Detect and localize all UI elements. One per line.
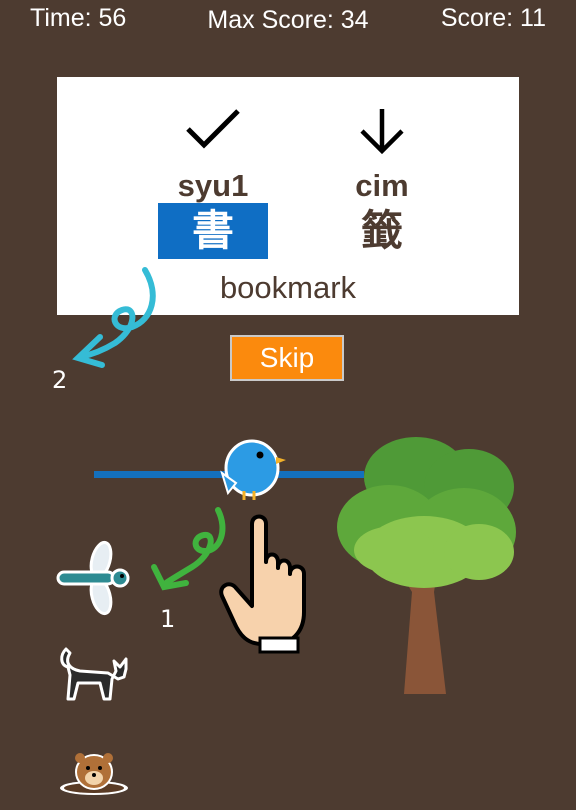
- hint-number-2: 2: [52, 366, 68, 394]
- time-display: Time: 56: [30, 4, 127, 32]
- hud: Time: 56 Max Score: 34 Score: 11: [0, 0, 576, 70]
- bird-icon[interactable]: [214, 433, 288, 503]
- beaver-icon[interactable]: [56, 748, 132, 796]
- option-left[interactable]: syu1 書: [138, 77, 288, 259]
- max-score-display: Max Score: 34: [207, 6, 369, 34]
- left-character: 書: [158, 203, 268, 259]
- option-right[interactable]: cim 籤: [307, 77, 457, 259]
- right-romanization: cim: [355, 168, 409, 203]
- swipe-arrow-2-icon: [72, 267, 156, 368]
- right-character: 籤: [360, 206, 403, 255]
- hint-number-1: 1: [160, 605, 176, 633]
- dragonfly-icon[interactable]: [56, 540, 132, 616]
- left-romanization: syu1: [177, 168, 249, 203]
- cat-icon[interactable]: [56, 645, 130, 703]
- score-display: Score: 11: [440, 4, 546, 32]
- tree-icon: [337, 437, 516, 694]
- down-arrow-icon: [307, 107, 457, 169]
- check-icon: [138, 107, 288, 169]
- hand-pointer-icon: [219, 514, 306, 654]
- skip-button[interactable]: Skip: [230, 335, 344, 381]
